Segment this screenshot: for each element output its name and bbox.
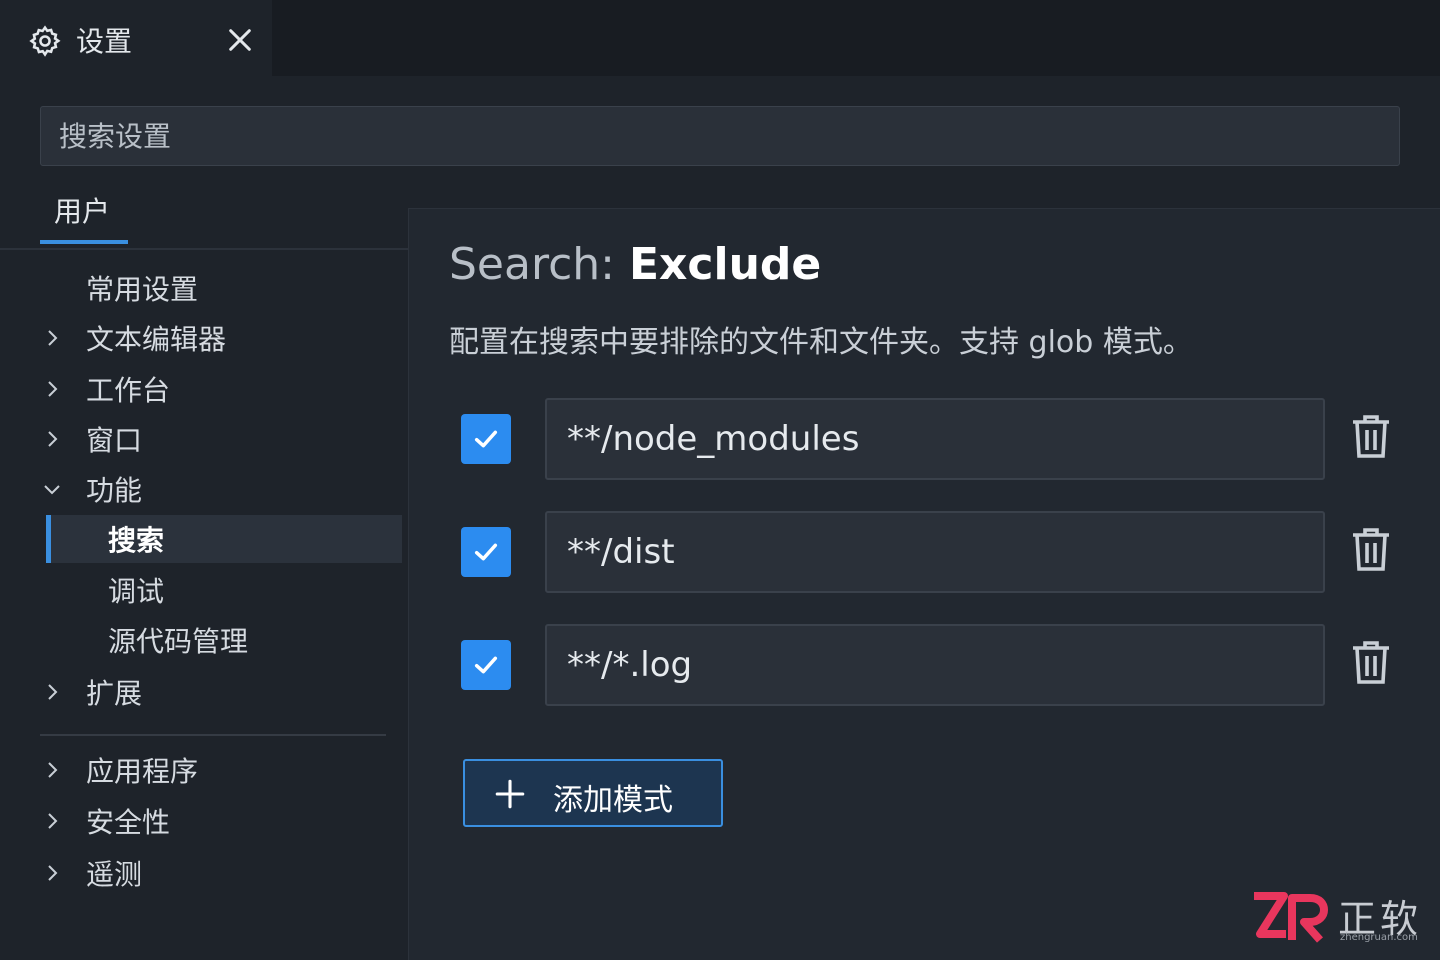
sidebar-item-telemetry[interactable]: 遥测 (0, 849, 400, 897)
pattern-field (545, 511, 1325, 593)
divider (0, 248, 408, 250)
sidebar-item-features[interactable]: 功能 (0, 465, 400, 513)
trash-icon[interactable] (1351, 412, 1391, 460)
sidebar-item-label: 应用程序 (86, 755, 199, 788)
pattern-checkbox[interactable] (461, 414, 511, 464)
search-input[interactable] (41, 107, 1399, 165)
chevron-right-icon (48, 865, 58, 881)
sidebar-item-scm[interactable]: 源代码管理 (0, 616, 400, 664)
selection-indicator (46, 515, 51, 563)
sidebar-item-workbench[interactable]: 工作台 (0, 365, 400, 413)
pattern-checkbox[interactable] (461, 640, 511, 690)
sidebar-item-extensions[interactable]: 扩展 (0, 668, 400, 716)
chevron-right-icon (48, 813, 58, 829)
sidebar-item-search[interactable]: 搜索 (46, 515, 402, 563)
chevron-right-icon (48, 762, 58, 778)
pattern-input[interactable] (547, 513, 1323, 591)
chevron-right-icon (48, 431, 58, 447)
chevron-right-icon (48, 330, 58, 346)
scope-tab-label: 用户 (54, 195, 111, 228)
sidebar-item-window[interactable]: 窗口 (0, 415, 400, 463)
chevron-right-icon (48, 381, 58, 397)
sidebar-item-label: 安全性 (86, 806, 171, 839)
pattern-row (461, 398, 1401, 480)
sidebar-item-commonly-used[interactable]: 常用设置 (0, 264, 400, 312)
setting-name: Exclude (628, 239, 822, 290)
add-pattern-label: 添加模式 (553, 783, 673, 818)
tab-settings[interactable]: 设置 (0, 0, 272, 76)
gear-icon (29, 25, 61, 57)
pattern-checkbox[interactable] (461, 527, 511, 577)
sidebar-item-application[interactable]: 应用程序 (0, 746, 400, 794)
sidebar-item-debug[interactable]: 调试 (0, 566, 400, 614)
sidebar-item-label: 调试 (108, 575, 165, 608)
pattern-input[interactable] (547, 626, 1323, 704)
close-icon[interactable] (224, 24, 256, 56)
tab-bar: 设置 (0, 0, 1440, 76)
pattern-input[interactable] (547, 400, 1323, 478)
sidebar-item-label: 扩展 (86, 677, 143, 710)
sidebar-item-label: 遥测 (86, 858, 143, 891)
setting-category: Search: (449, 239, 629, 290)
pattern-row (461, 511, 1401, 593)
sidebar-item-label: 源代码管理 (108, 625, 249, 658)
check-icon (474, 543, 498, 561)
sidebar-item-label: 功能 (86, 474, 143, 507)
sidebar-item-label: 窗口 (86, 424, 143, 457)
chevron-down-icon (44, 485, 60, 495)
divider (40, 734, 386, 736)
setting-title: Search: Exclude (449, 239, 821, 290)
setting-description: 配置在搜索中要排除的文件和文件夹。支持 glob 模式。 (449, 325, 1193, 360)
chevron-right-icon (48, 684, 58, 700)
sidebar-item-security[interactable]: 安全性 (0, 797, 400, 845)
active-tab-indicator (40, 240, 128, 244)
zr-logo-icon (1254, 892, 1328, 943)
pattern-field (545, 398, 1325, 480)
search-box (40, 106, 1400, 166)
setting-panel: Search: Exclude 配置在搜索中要排除的文件和文件夹。支持 glob… (408, 208, 1440, 960)
trash-icon[interactable] (1351, 525, 1391, 573)
sidebar-item-label: 文本编辑器 (86, 323, 227, 356)
sidebar-item-label: 工作台 (86, 374, 171, 407)
trash-icon[interactable] (1351, 638, 1391, 686)
check-icon (474, 656, 498, 674)
add-pattern-button[interactable]: 添加模式 (463, 759, 723, 827)
sidebar-item-text-editor[interactable]: 文本编辑器 (0, 314, 400, 362)
check-icon (474, 430, 498, 448)
sidebar-item-label: 搜索 (108, 524, 165, 557)
pattern-field (545, 624, 1325, 706)
tab-title: 设置 (76, 25, 133, 58)
watermark: 正软 zhengruan.com (1250, 888, 1430, 948)
plus-icon (495, 779, 525, 809)
scope-tab-user[interactable]: 用户 (40, 190, 128, 244)
pattern-row (461, 624, 1401, 706)
sidebar-item-label: 常用设置 (86, 273, 199, 306)
watermark-url: zhengruan.com (1340, 932, 1418, 943)
